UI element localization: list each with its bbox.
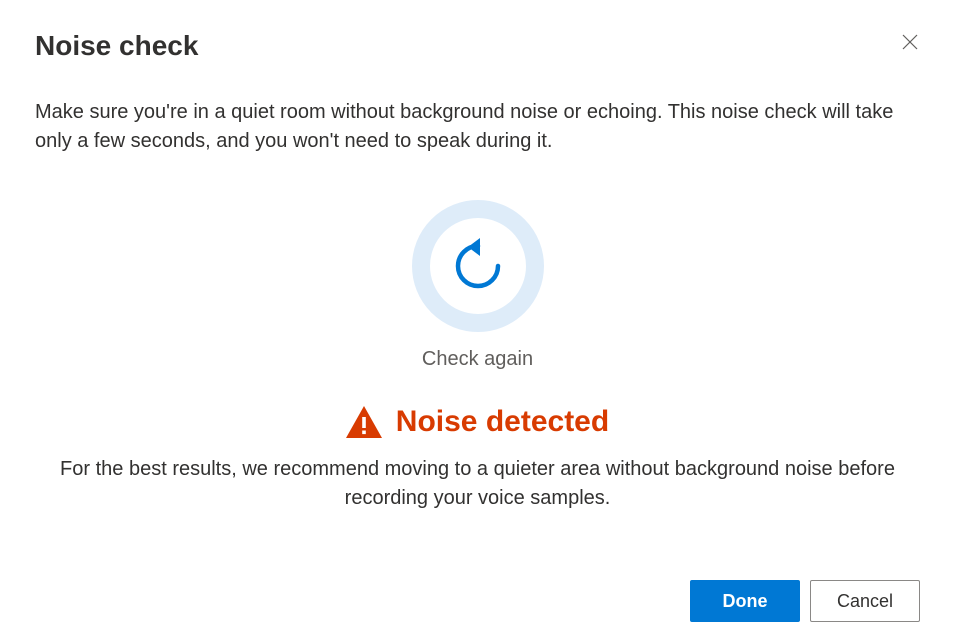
cancel-button[interactable]: Cancel: [810, 580, 920, 622]
check-again-button[interactable]: [412, 200, 544, 332]
done-button[interactable]: Done: [690, 580, 800, 622]
dialog-title: Noise check: [35, 30, 198, 62]
close-icon: [902, 34, 918, 50]
dialog-header: Noise check: [35, 30, 920, 62]
dialog-description: Make sure you're in a quiet room without…: [35, 98, 920, 156]
close-button[interactable]: [894, 26, 926, 58]
retry-icon: [450, 238, 506, 294]
alert-title: Noise detected: [396, 405, 609, 439]
alert-header: Noise detected: [346, 405, 609, 439]
dialog-footer: Done Cancel: [690, 580, 920, 622]
check-section: Check again: [35, 200, 920, 371]
alert-message: For the best results, we recommend movin…: [35, 455, 920, 513]
check-again-label: Check again: [422, 348, 533, 371]
noise-check-dialog: Noise check Make sure you're in a quiet …: [0, 0, 955, 642]
warning-icon: [346, 406, 382, 438]
alert-section: Noise detected For the best results, we …: [35, 405, 920, 513]
